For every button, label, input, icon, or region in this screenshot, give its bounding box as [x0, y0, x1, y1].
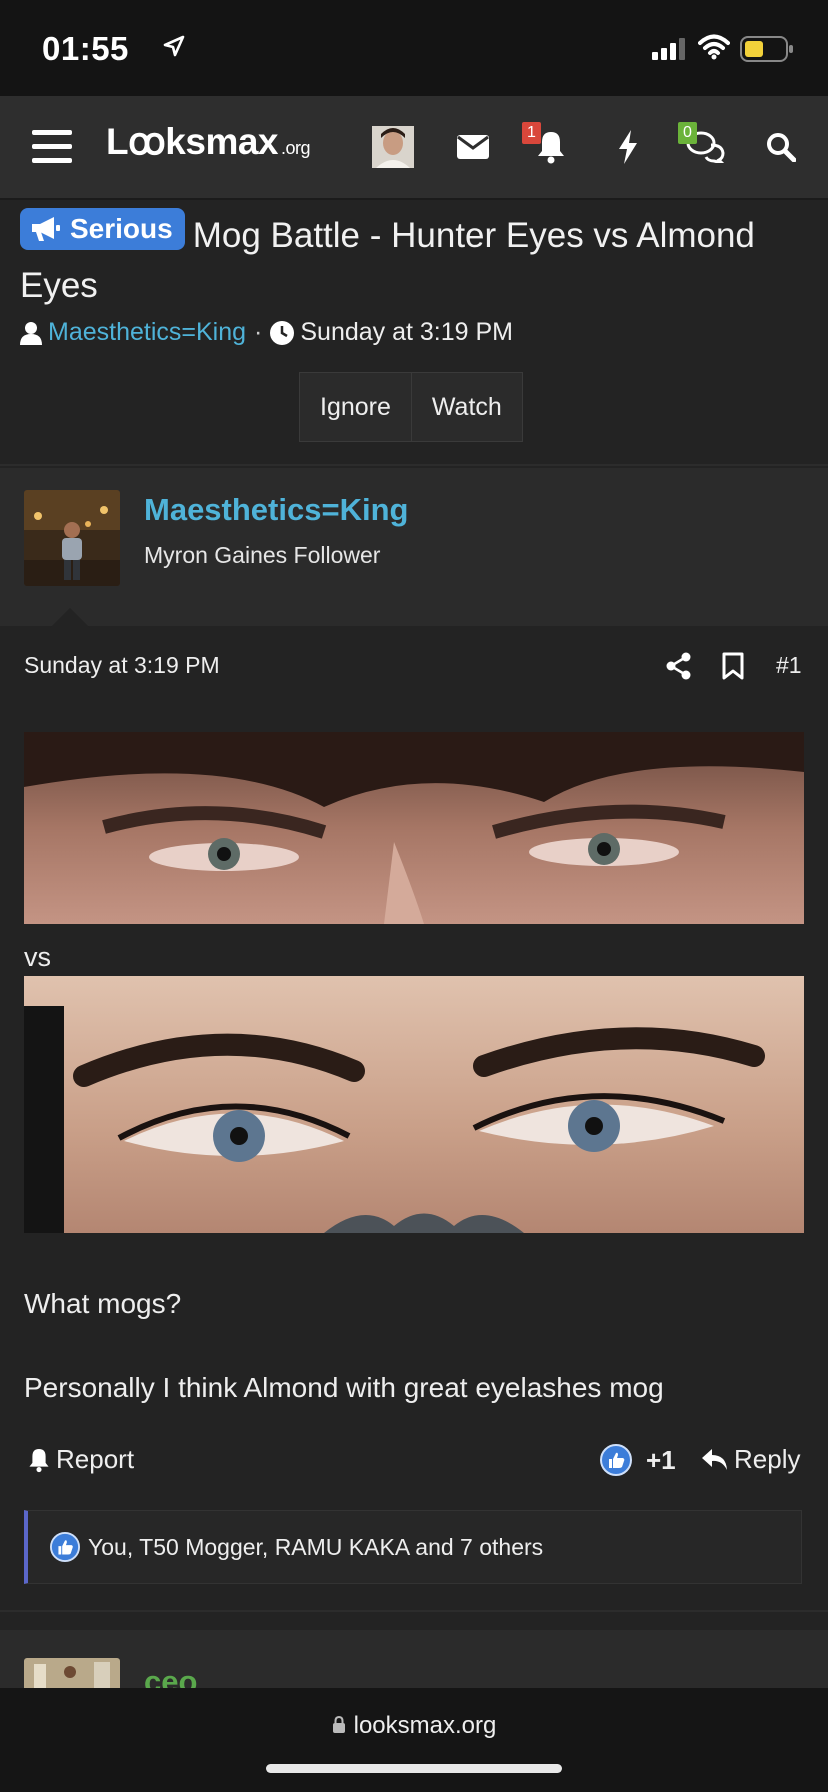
menu-icon[interactable]: [24, 96, 80, 198]
ignore-button[interactable]: Ignore: [300, 373, 411, 441]
url-text: looksmax.org: [353, 1712, 497, 1739]
bell-icon: [29, 1448, 49, 1472]
bolt-icon[interactable]: [612, 96, 644, 198]
search-icon[interactable]: [764, 96, 798, 198]
bookmark-icon[interactable]: [722, 652, 744, 680]
post-author-title: Myron Gaines Follower: [144, 542, 381, 568]
chat-icon[interactable]: 0: [678, 96, 728, 198]
reactions-summary[interactable]: You, T50 Mogger, RAMU KAKA and 7 others: [24, 1510, 802, 1584]
post-body-line-2: Personally I think Almond with great eye…: [24, 1372, 664, 1403]
next-post-avatar[interactable]: [24, 1658, 120, 1688]
report-button[interactable]: Report: [28, 1444, 134, 1475]
serious-prefix-tag[interactable]: Serious: [20, 208, 185, 250]
wifi-icon: [698, 34, 730, 60]
location-arrow-icon: [163, 35, 185, 57]
clock-icon: [270, 320, 295, 345]
thread-actions: Ignore Watch: [299, 372, 523, 442]
bell-icon[interactable]: 1: [522, 96, 572, 198]
post-arrow: [50, 608, 90, 628]
thread-meta: Maesthetics=King · Sunday at 3:19 PM: [20, 318, 513, 347]
hunter-eyes-image[interactable]: [24, 732, 804, 924]
post-author-avatar[interactable]: [24, 490, 120, 586]
post-number-link[interactable]: #1: [776, 652, 802, 679]
home-indicator[interactable]: [266, 1764, 562, 1773]
reply-icon: [702, 1448, 727, 1470]
post-user-block: [0, 468, 828, 626]
thumbs-up-icon: [50, 1532, 80, 1562]
envelope-icon[interactable]: [452, 96, 494, 198]
thread-title: Serious Mog Battle - Hunter Eyes vs Almo…: [20, 208, 810, 311]
reactions-text: You, T50 Mogger, RAMU KAKA and 7 others: [88, 1533, 544, 1560]
battery-icon: [740, 36, 793, 62]
next-post-user-block: [0, 1630, 828, 1690]
watch-button[interactable]: Watch: [410, 373, 522, 441]
divider: [0, 1610, 828, 1612]
thread-author-link[interactable]: Maesthetics=King: [48, 318, 246, 347]
reaction-score: +1: [646, 1444, 676, 1475]
lock-icon: [332, 1715, 345, 1733]
vs-text: vs: [24, 942, 51, 972]
browser-bottom-bar: [0, 1688, 828, 1792]
user-icon: [20, 321, 42, 345]
like-button[interactable]: +1: [600, 1444, 676, 1476]
thumbs-up-icon: [600, 1444, 632, 1476]
cell-signal-icon: [652, 38, 685, 60]
almond-eyes-image[interactable]: [24, 976, 804, 1233]
status-time: 01:55: [42, 30, 129, 67]
divider: [0, 464, 828, 466]
avatar[interactable]: [370, 96, 416, 198]
url-bar[interactable]: looksmax.org: [0, 1712, 828, 1740]
megaphone-icon: [32, 217, 60, 241]
share-icon[interactable]: [666, 652, 692, 680]
post-date[interactable]: Sunday at 3:19 PM: [24, 652, 220, 679]
conversations-badge: 0: [678, 122, 697, 144]
alerts-badge: 1: [522, 122, 541, 144]
reply-button[interactable]: Reply: [702, 1444, 800, 1475]
post-body-line-1: What mogs?: [24, 1288, 182, 1319]
post-author-name[interactable]: Maesthetics=King: [144, 492, 408, 528]
site-logo[interactable]: Lꝏksmax .org: [106, 120, 311, 163]
thread-date[interactable]: Sunday at 3:19 PM: [300, 318, 513, 347]
